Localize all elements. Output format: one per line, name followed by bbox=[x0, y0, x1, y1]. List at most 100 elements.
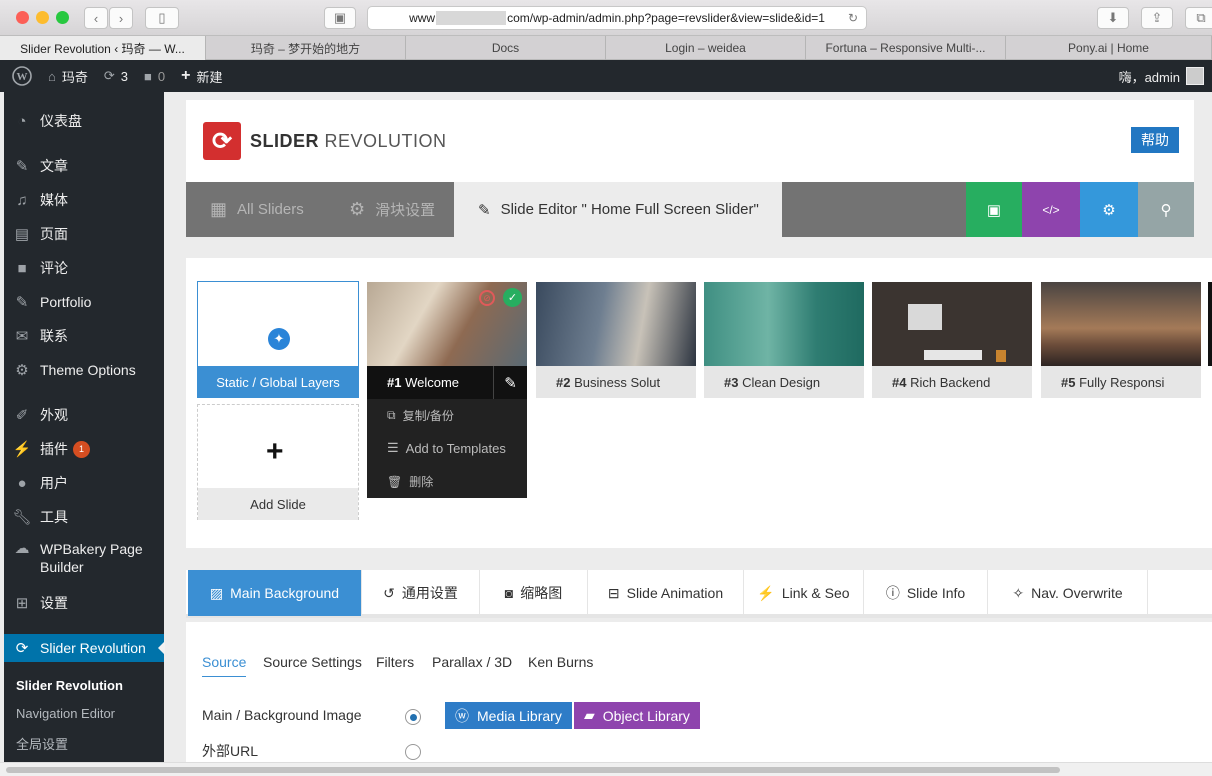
background-image-radio[interactable] bbox=[405, 709, 421, 725]
browser-tab[interactable]: Pony.ai | Home bbox=[1006, 36, 1212, 60]
submenu-navigation-editor[interactable]: Navigation Editor bbox=[16, 706, 115, 721]
share-icon[interactable]: ⇪ bbox=[1141, 7, 1173, 29]
help-button[interactable]: 帮助 bbox=[1131, 127, 1179, 153]
minimize-window-button[interactable] bbox=[36, 11, 49, 24]
list-icon: ☰ bbox=[387, 440, 399, 455]
rev-top-tabs: ▦ All Sliders ⚙ 滑块设置 ✎ Slide Editor " Home … bbox=[186, 182, 1194, 237]
unpublish-icon[interactable]: ⊘ bbox=[479, 290, 495, 306]
tab-general-settings[interactable]: ↺ 通用设置 bbox=[362, 570, 480, 616]
static-layers-label: Static / Global Layers bbox=[197, 366, 359, 398]
slide-editor-tab[interactable]: ✎ Slide Editor " Home Full Screen Slider" bbox=[454, 182, 782, 237]
delete-menu-item[interactable]: 🗑︎ 删除 bbox=[387, 473, 433, 490]
all-sliders-tab[interactable]: ▦ All Sliders bbox=[210, 182, 304, 237]
menu-media[interactable]: ♫ 媒体 bbox=[4, 189, 164, 211]
menu-plugins[interactable]: ⚡ 插件 1 bbox=[4, 438, 164, 460]
tabs-overview-icon[interactable]: ⧉ bbox=[1185, 7, 1212, 29]
scrollbar-thumb[interactable] bbox=[6, 767, 1060, 773]
menu-posts[interactable]: ✎ 文章 bbox=[4, 155, 164, 177]
menu-slider-revolution[interactable]: ⟳ Slider Revolution bbox=[4, 634, 165, 662]
info-icon: ⓘ bbox=[885, 585, 900, 601]
updates-link[interactable]: ⟳ 3 bbox=[96, 60, 136, 92]
refresh-icon: ⟳ bbox=[15, 640, 29, 657]
menu-comments[interactable]: ■ 评论 bbox=[4, 257, 164, 279]
subtab-filters[interactable]: Filters bbox=[376, 654, 414, 670]
slide-label: #1 Welcome ✎ bbox=[367, 366, 527, 399]
menu-portfolio[interactable]: ✎ Portfolio bbox=[4, 291, 164, 313]
menu-dashboard[interactable]: ◔ 仪表盘 bbox=[4, 110, 164, 132]
object-library-button[interactable]: ▰ Object Library bbox=[574, 702, 700, 729]
subtab-source[interactable]: Source bbox=[202, 654, 247, 677]
search-icon[interactable]: ⚲ bbox=[1138, 182, 1194, 237]
account-menu[interactable]: 嗨，admin bbox=[1111, 60, 1212, 92]
menu-label: 设置 bbox=[40, 595, 68, 611]
menu-settings[interactable]: ⊞ 设置 bbox=[4, 592, 164, 614]
keyboard-shape bbox=[924, 350, 982, 360]
tab-main-background[interactable]: ▨ Main Background bbox=[188, 570, 362, 616]
background-image-label: Main / Background Image bbox=[202, 707, 362, 723]
menu-pages[interactable]: ▤ 页面 bbox=[4, 223, 164, 245]
svg-text:W: W bbox=[17, 71, 28, 83]
animation-icon: ⊟ bbox=[607, 584, 620, 601]
duplicate-menu-item[interactable]: ⧉ 复制/备份 bbox=[387, 407, 454, 424]
add-to-templates-menu-item[interactable]: ☰ Add to Templates bbox=[387, 440, 506, 456]
edit-pencil-icon[interactable]: ✎ bbox=[493, 366, 527, 399]
code-icon[interactable]: </> bbox=[1022, 182, 1080, 237]
browser-tab[interactable]: Slider Revolution ‹ 玛奇 — W... bbox=[0, 36, 206, 60]
menu-wpbakery[interactable]: ☁ WPBakery Page Builder bbox=[4, 540, 164, 580]
submenu-global-settings[interactable]: 全局设置 bbox=[16, 734, 68, 753]
slide-1[interactable]: ⊘ ✓ #1 Welcome ✎ ⧉ 复制/备份 ☰ Add to Template… bbox=[367, 282, 527, 498]
user-icon: ● bbox=[17, 474, 27, 492]
tab-nav-overwrite[interactable]: ✧ Nav. Overwrite bbox=[988, 570, 1148, 616]
published-check-icon[interactable]: ✓ bbox=[503, 288, 522, 307]
menu-item-label: Add to Templates bbox=[405, 440, 506, 456]
brush-icon: ✐ bbox=[15, 407, 29, 424]
browser-tab[interactable]: Fortuna – Responsive Multi-... bbox=[806, 36, 1006, 60]
forward-button[interactable]: › bbox=[109, 7, 133, 29]
tab-link-seo[interactable]: ⚡ Link & Seo bbox=[744, 570, 864, 616]
static-layers-slide[interactable]: ✦ Static / Global Layers bbox=[197, 281, 359, 398]
plugin-icon: ⚡ bbox=[12, 441, 32, 458]
media-library-button[interactable]: ⓦ Media Library bbox=[445, 702, 572, 729]
tab-slide-info[interactable]: ⓘ Slide Info bbox=[864, 570, 988, 616]
menu-contact[interactable]: ✉ 联系 bbox=[4, 325, 164, 347]
new-content-link[interactable]: + 新建 bbox=[173, 60, 230, 92]
menu-appearance[interactable]: ✐ 外观 bbox=[4, 404, 164, 426]
site-name-link[interactable]: ⌂ 玛奇 bbox=[40, 60, 96, 92]
add-slide-button[interactable]: + Add Slide bbox=[197, 404, 359, 520]
tab-label: Main Background bbox=[230, 585, 340, 601]
external-url-label: 外部URL bbox=[202, 743, 259, 759]
wordpress-logo-icon[interactable]: W bbox=[0, 60, 40, 92]
browser-tab[interactable]: Docs bbox=[406, 36, 606, 60]
slide-2[interactable]: #2 Business Solut bbox=[536, 282, 696, 398]
external-url-radio[interactable] bbox=[405, 744, 421, 760]
settings-gear-icon[interactable]: ⚙ bbox=[1080, 182, 1138, 237]
sidebar-toggle-icon[interactable]: ▯ bbox=[145, 7, 179, 29]
tab-slide-animation[interactable]: ⊟ Slide Animation bbox=[588, 570, 744, 616]
menu-users[interactable]: ● 用户 bbox=[4, 472, 164, 494]
zoom-window-button[interactable] bbox=[56, 11, 69, 24]
slide-3[interactable]: #3 Clean Design bbox=[704, 282, 864, 398]
save-icon[interactable]: ▣ bbox=[966, 182, 1022, 237]
comments-link[interactable]: ■ 0 bbox=[136, 60, 173, 92]
slider-settings-tab[interactable]: ⚙ 滑块设置 bbox=[349, 182, 435, 237]
reload-icon[interactable]: ↻ bbox=[848, 11, 858, 25]
horizontal-scrollbar[interactable] bbox=[0, 762, 1212, 776]
subtab-source-settings[interactable]: Source Settings bbox=[263, 654, 362, 670]
address-bar[interactable]: www com/wp-admin/admin.php?page=revslide… bbox=[367, 6, 867, 30]
slide-4[interactable]: #4 Rich Backend bbox=[872, 282, 1032, 398]
subtab-ken-burns[interactable]: Ken Burns bbox=[528, 654, 593, 670]
tab-thumbnail[interactable]: ◙ 缩略图 bbox=[480, 570, 588, 616]
close-window-button[interactable] bbox=[16, 11, 29, 24]
browser-tab[interactable]: 玛奇 – 梦开始的地方 bbox=[206, 36, 406, 60]
submenu-slider-revolution[interactable]: Slider Revolution bbox=[16, 678, 123, 693]
menu-tools[interactable]: 🔧︎ 工具 bbox=[4, 506, 164, 528]
back-button[interactable]: ‹ bbox=[84, 7, 108, 29]
menu-label: Slider Revolution bbox=[40, 640, 146, 656]
menu-theme-options[interactable]: ⚙ Theme Options bbox=[4, 359, 164, 381]
slide-5[interactable]: #5 Fully Responsi bbox=[1041, 282, 1201, 398]
browser-tab[interactable]: Login – weidea bbox=[606, 36, 806, 60]
download-icon[interactable]: ⬇ bbox=[1097, 7, 1129, 29]
avatar bbox=[1186, 67, 1204, 85]
reader-icon[interactable]: ▣ bbox=[324, 7, 356, 29]
subtab-parallax[interactable]: Parallax / 3D bbox=[432, 654, 512, 670]
